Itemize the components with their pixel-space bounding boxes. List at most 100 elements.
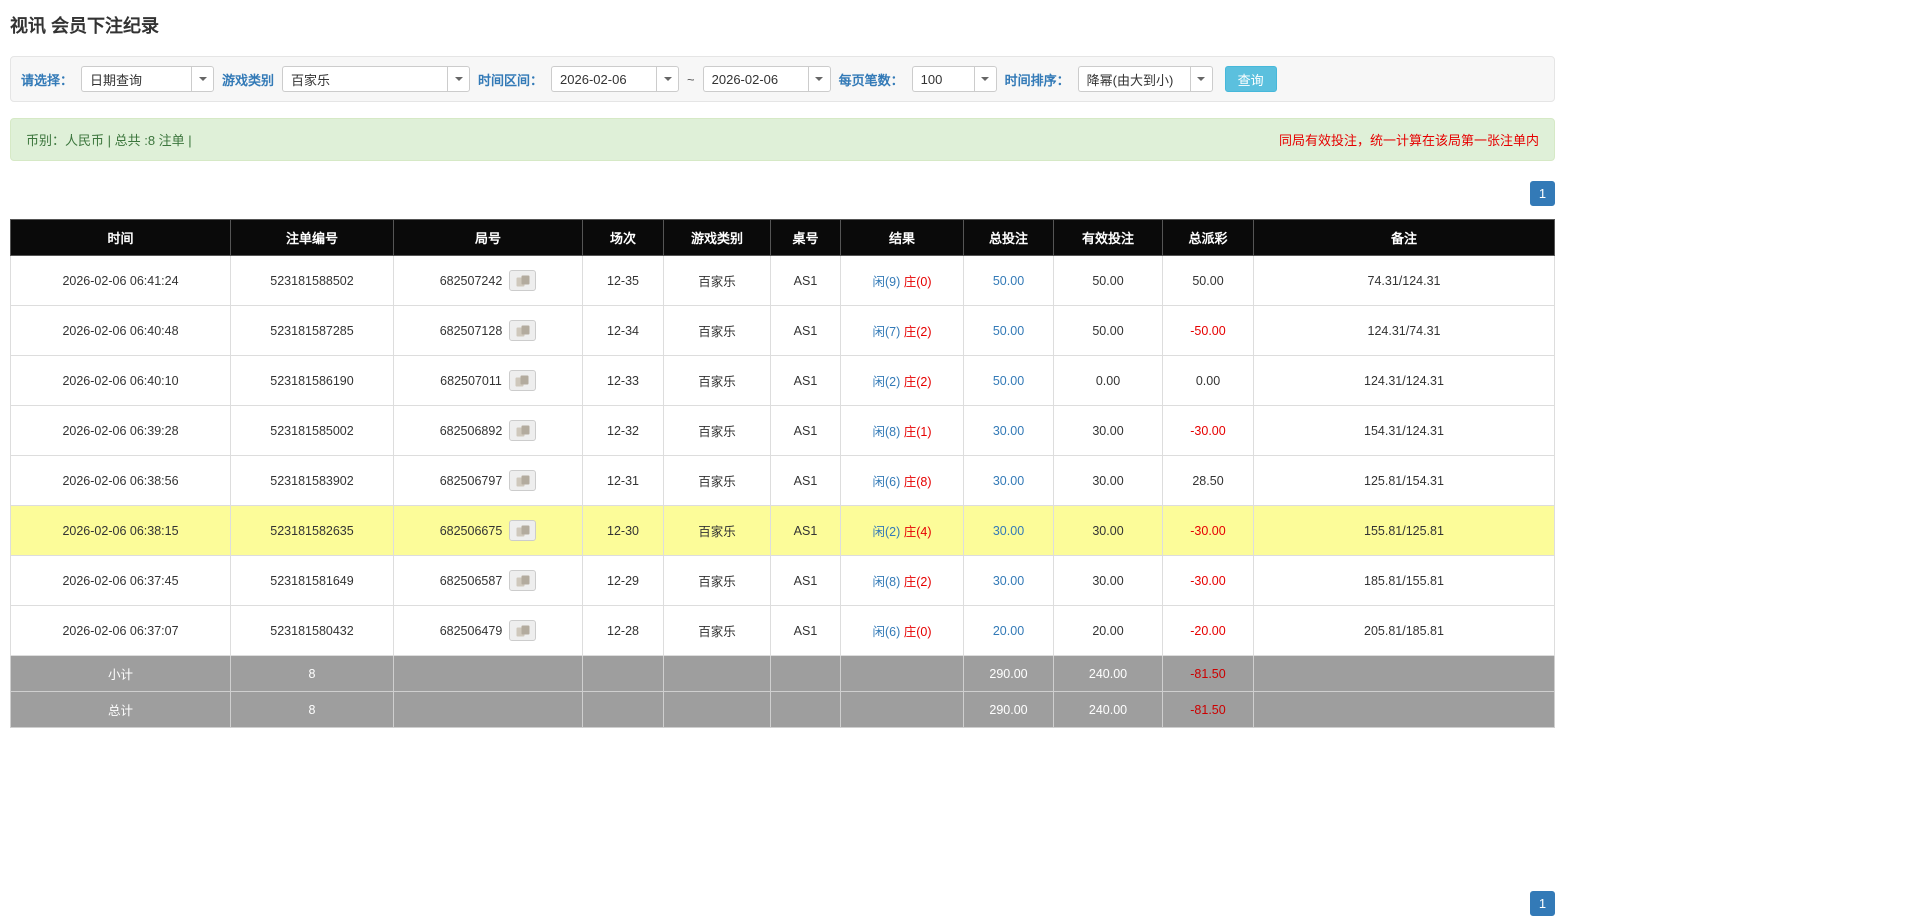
empty-cell — [582, 655, 664, 692]
cell-total-bet: 30.00 — [963, 505, 1054, 556]
empty-cell — [770, 655, 841, 692]
cell-table: AS1 — [770, 505, 841, 556]
table-row: 2026-02-06 06:37:45 523181581649 682506587… — [10, 555, 1555, 606]
date-to-combo: 2026-02-06 — [702, 66, 831, 92]
total-bet-link[interactable]: 20.00 — [993, 624, 1024, 638]
cell-note: 155.81/125.81 — [1253, 505, 1555, 556]
empty-cell — [582, 691, 664, 728]
cell-valid-bet: 50.00 — [1053, 255, 1163, 306]
total-bet-link[interactable]: 50.00 — [993, 274, 1024, 288]
banker-result: 庄(1) — [903, 425, 932, 439]
page-size-value[interactable]: 100 — [911, 66, 974, 92]
chevron-down-icon[interactable] — [191, 66, 215, 92]
game-type-value[interactable]: 百家乐 — [282, 66, 448, 92]
empty-cell — [663, 691, 771, 728]
notice-text: 同局有效投注，统一计算在该局第一张注单内 — [1278, 133, 1539, 148]
banker-result: 庄(2) — [903, 375, 932, 389]
page-1-button[interactable]: 1 — [1530, 891, 1555, 916]
banker-result: 庄(2) — [903, 325, 932, 339]
cell-total-bet: 50.00 — [963, 255, 1054, 306]
total-count: 8 — [230, 691, 394, 728]
cell-bet-id: 523181587285 — [230, 305, 394, 356]
empty-cell — [1253, 655, 1555, 692]
total-valid-bet: 240.00 — [1053, 691, 1163, 728]
total-bet-link[interactable]: 30.00 — [993, 524, 1024, 538]
cell-game: 百家乐 — [663, 405, 771, 456]
cell-time: 2026-02-06 06:38:15 — [10, 505, 231, 556]
cell-table: AS1 — [770, 455, 841, 506]
sort-value[interactable]: 降幂(由大到小) — [1077, 66, 1190, 92]
player-result: 闲(8) — [872, 575, 901, 589]
video-replay-icon[interactable] — [509, 620, 537, 641]
cell-session: 12-30 — [582, 505, 664, 556]
cell-table: AS1 — [770, 605, 841, 656]
chevron-down-icon[interactable] — [807, 66, 831, 92]
cell-session: 12-34 — [582, 305, 664, 356]
round-number: 682506797 — [439, 473, 503, 488]
chevron-down-icon[interactable] — [1189, 66, 1213, 92]
sort-combo: 降幂(由大到小) — [1077, 66, 1213, 92]
video-replay-icon[interactable] — [509, 470, 537, 491]
round-number: 682506479 — [439, 623, 503, 638]
chevron-down-icon[interactable] — [656, 66, 680, 92]
video-replay-icon[interactable] — [509, 270, 537, 291]
cell-round: 682506892 — [393, 405, 583, 456]
cell-game: 百家乐 — [663, 605, 771, 656]
cell-game: 百家乐 — [663, 455, 771, 506]
table-row: 2026-02-06 06:37:07 523181580432 682506479… — [10, 605, 1555, 656]
player-result: 闲(6) — [872, 625, 901, 639]
cell-time: 2026-02-06 06:40:10 — [10, 355, 231, 406]
total-bet-link[interactable]: 30.00 — [993, 474, 1024, 488]
player-result: 闲(7) — [872, 325, 901, 339]
column-header: 桌号 — [770, 219, 841, 256]
cell-total-bet: 50.00 — [963, 355, 1054, 406]
video-replay-icon[interactable] — [509, 420, 537, 441]
total-total-bet: 290.00 — [963, 691, 1054, 728]
empty-cell — [393, 655, 583, 692]
total-bet-link[interactable]: 50.00 — [993, 324, 1024, 338]
pagination-top: 1 — [10, 181, 1555, 206]
column-header: 备注 — [1253, 219, 1555, 256]
round-number: 682506587 — [439, 573, 503, 588]
video-replay-icon[interactable] — [509, 520, 537, 541]
table-row: 2026-02-06 06:40:48 523181587285 682507128… — [10, 305, 1555, 356]
column-header: 场次 — [582, 219, 664, 256]
round-number: 682507128 — [439, 323, 503, 338]
cell-session: 12-31 — [582, 455, 664, 506]
player-result: 闲(2) — [872, 375, 901, 389]
sort-label: 时间排序： — [1004, 72, 1070, 88]
cell-time: 2026-02-06 06:37:45 — [10, 555, 231, 606]
cell-round: 682506675 — [393, 505, 583, 556]
cell-payout: -30.00 — [1162, 405, 1254, 456]
game-type-label: 游戏类别 — [222, 72, 275, 88]
cell-result: 闲(9) 庄(0) — [840, 255, 964, 306]
video-replay-icon[interactable] — [508, 370, 536, 391]
date-to-value[interactable]: 2026-02-06 — [702, 66, 808, 92]
total-bet-link[interactable]: 50.00 — [993, 374, 1024, 388]
page-title: 视讯 会员下注纪录 — [10, 16, 160, 36]
cell-table: AS1 — [770, 355, 841, 406]
select-type-label: 请选择： — [21, 72, 74, 88]
date-from-value[interactable]: 2026-02-06 — [551, 66, 657, 92]
column-header: 游戏类别 — [663, 219, 771, 256]
cell-table: AS1 — [770, 555, 841, 606]
chevron-down-icon[interactable] — [973, 66, 997, 92]
page-1-button[interactable]: 1 — [1530, 181, 1555, 206]
video-replay-icon[interactable] — [509, 320, 537, 341]
column-header: 时间 — [10, 219, 231, 256]
table-row: 2026-02-06 06:38:15 523181582635 682506675… — [10, 505, 1555, 556]
cell-note: 125.81/154.31 — [1253, 455, 1555, 506]
select-type-value[interactable]: 日期查询 — [81, 66, 192, 92]
cell-valid-bet: 30.00 — [1053, 455, 1163, 506]
column-header: 注单编号 — [230, 219, 394, 256]
bet-records-table: 时间 注单编号 局号 场次 游戏类别 桌号 结果 总投注 有效投注 总派彩 备注 2026-02-0… — [10, 219, 1555, 728]
cell-note: 124.31/74.31 — [1253, 305, 1555, 356]
total-bet-link[interactable]: 30.00 — [993, 574, 1024, 588]
chevron-down-icon[interactable] — [447, 66, 471, 92]
cell-result: 闲(6) 庄(8) — [840, 455, 964, 506]
cell-payout: 0.00 — [1162, 355, 1254, 406]
search-button[interactable]: 查询 — [1224, 66, 1277, 92]
video-replay-icon[interactable] — [509, 570, 537, 591]
total-bet-link[interactable]: 30.00 — [993, 424, 1024, 438]
empty-cell — [663, 655, 771, 692]
